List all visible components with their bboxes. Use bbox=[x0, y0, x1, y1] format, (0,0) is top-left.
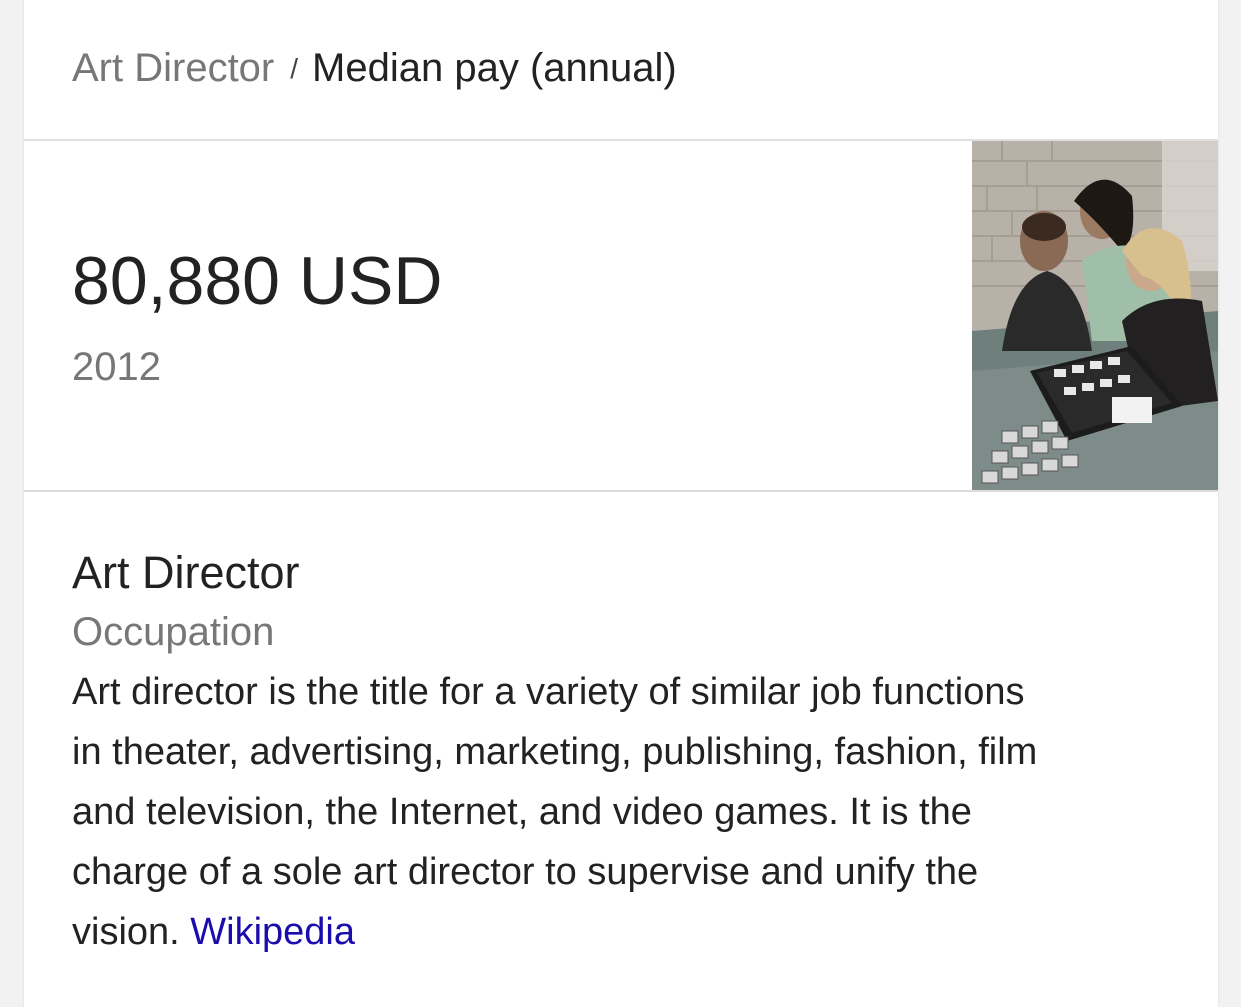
description-line-text: vision. bbox=[72, 911, 180, 953]
wikipedia-source-link[interactable]: Wikipedia bbox=[190, 911, 355, 953]
entity-title[interactable]: Art Director bbox=[72, 546, 300, 600]
breadcrumb-current: Median pay (annual) bbox=[312, 46, 677, 90]
entity-description: Art director is the title for a variety … bbox=[72, 662, 1182, 962]
breadcrumb-parent[interactable]: Art Director bbox=[72, 46, 274, 90]
description-line: in theater, advertising, marketing, publ… bbox=[72, 731, 1038, 773]
median-pay-value: 80,880 USD bbox=[72, 243, 443, 319]
breadcrumb: Art Director / Median pay (annual) bbox=[72, 44, 677, 93]
pay-value-section: 80,880 USD 2012 bbox=[24, 141, 1218, 492]
description-line: charge of a sole art director to supervi… bbox=[72, 851, 979, 893]
description-line: and television, the Internet, and video … bbox=[72, 791, 972, 833]
breadcrumb-bar: Art Director / Median pay (annual) bbox=[24, 0, 1218, 141]
occupation-photo-image bbox=[972, 141, 1218, 490]
description-section: Art Director Occupation Art director is … bbox=[24, 492, 1218, 1007]
knowledge-card: Art Director / Median pay (annual) 80,880 … bbox=[24, 0, 1218, 1007]
occupation-photo[interactable] bbox=[972, 141, 1218, 490]
entity-type: Occupation bbox=[72, 610, 275, 654]
description-line-last: vision. Wikipedia bbox=[72, 902, 1182, 962]
breadcrumb-separator: / bbox=[290, 53, 299, 84]
description-line: Art director is the title for a variety … bbox=[72, 671, 1025, 713]
median-pay-year: 2012 bbox=[72, 345, 161, 389]
